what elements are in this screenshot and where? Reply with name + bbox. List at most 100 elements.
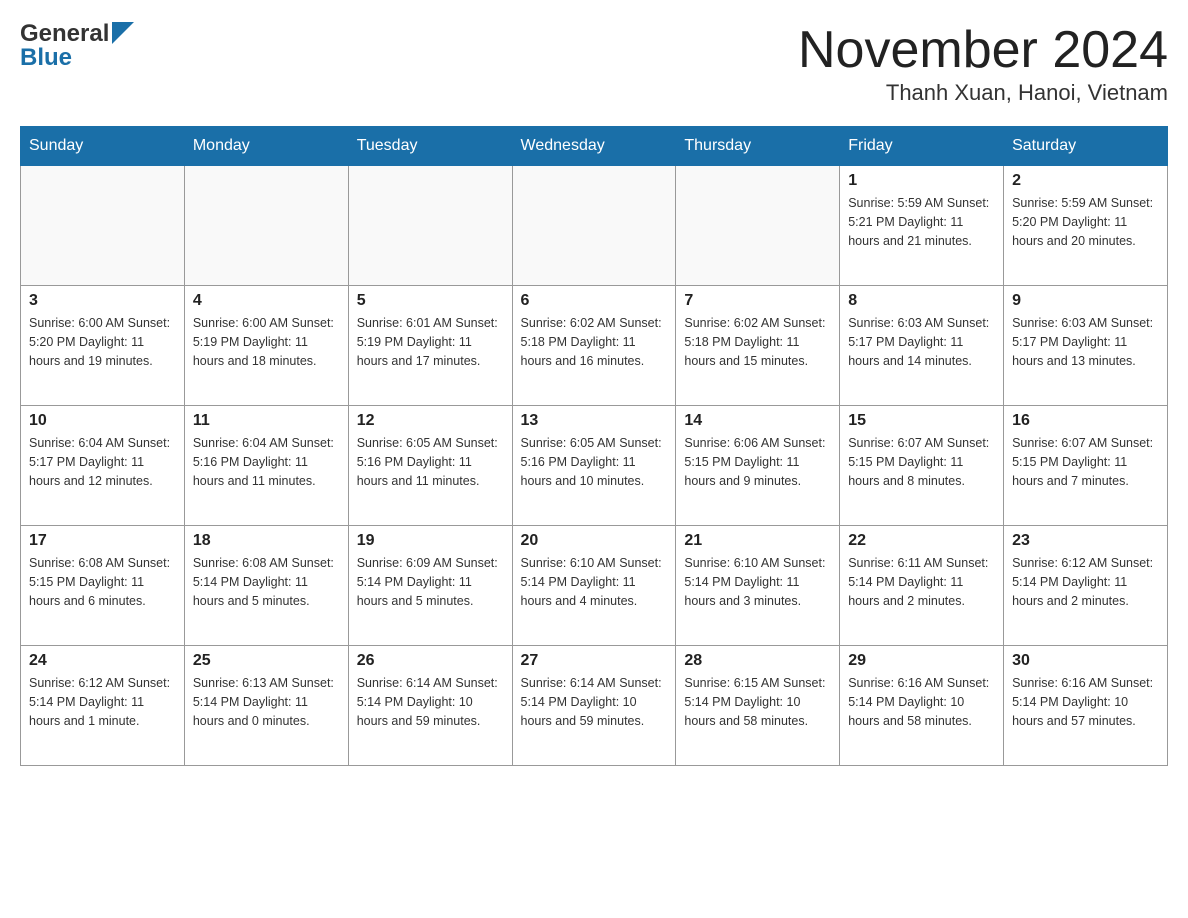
- calendar-cell: 14 Sunrise: 6:06 AM Sunset: 5:15 PM Dayli…: [676, 406, 840, 526]
- day-number: 7: [684, 292, 831, 310]
- day-info: Sunrise: 6:14 AM Sunset: 5:14 PM Dayligh…: [521, 674, 668, 730]
- location-title: Thanh Xuan, Hanoi, Vietnam: [798, 80, 1168, 106]
- day-info: Sunrise: 6:15 AM Sunset: 5:14 PM Dayligh…: [684, 674, 831, 730]
- calendar-cell: 9 Sunrise: 6:03 AM Sunset: 5:17 PM Daylig…: [1004, 286, 1168, 406]
- calendar-cell: 1 Sunrise: 5:59 AM Sunset: 5:21 PM Daylig…: [840, 166, 1004, 286]
- col-thursday: Thursday: [676, 127, 840, 166]
- day-number: 14: [684, 412, 831, 430]
- day-number: 16: [1012, 412, 1159, 430]
- day-number: 22: [848, 532, 995, 550]
- title-section: November 2024 Thanh Xuan, Hanoi, Vietnam: [798, 20, 1168, 106]
- day-number: 21: [684, 532, 831, 550]
- day-number: 1: [848, 172, 995, 190]
- day-info: Sunrise: 6:00 AM Sunset: 5:20 PM Dayligh…: [29, 314, 176, 370]
- day-number: 23: [1012, 532, 1159, 550]
- day-info: Sunrise: 6:14 AM Sunset: 5:14 PM Dayligh…: [357, 674, 504, 730]
- day-info: Sunrise: 6:10 AM Sunset: 5:14 PM Dayligh…: [521, 554, 668, 610]
- day-number: 24: [29, 652, 176, 670]
- day-number: 11: [193, 412, 340, 430]
- calendar-cell: 26 Sunrise: 6:14 AM Sunset: 5:14 PM Dayli…: [348, 646, 512, 766]
- day-number: 5: [357, 292, 504, 310]
- calendar-cell: 13 Sunrise: 6:05 AM Sunset: 5:16 PM Dayli…: [512, 406, 676, 526]
- calendar-cell: [348, 166, 512, 286]
- calendar-cell: [676, 166, 840, 286]
- logo: General Blue: [20, 20, 134, 72]
- day-number: 12: [357, 412, 504, 430]
- calendar-cell: 21 Sunrise: 6:10 AM Sunset: 5:14 PM Dayli…: [676, 526, 840, 646]
- calendar-cell: 8 Sunrise: 6:03 AM Sunset: 5:17 PM Daylig…: [840, 286, 1004, 406]
- calendar-cell: 10Sunrise: 6:04 AM Sunset: 5:17 PM Dayli…: [21, 406, 185, 526]
- calendar-header-row: Sunday Monday Tuesday Wednesday Thursday…: [21, 127, 1168, 166]
- col-sunday: Sunday: [21, 127, 185, 166]
- day-info: Sunrise: 6:04 AM Sunset: 5:16 PM Dayligh…: [193, 434, 340, 490]
- calendar-cell: 19 Sunrise: 6:09 AM Sunset: 5:14 PM Dayli…: [348, 526, 512, 646]
- day-info: Sunrise: 6:03 AM Sunset: 5:17 PM Dayligh…: [1012, 314, 1159, 370]
- day-info: Sunrise: 6:08 AM Sunset: 5:14 PM Dayligh…: [193, 554, 340, 610]
- calendar-cell: 20 Sunrise: 6:10 AM Sunset: 5:14 PM Dayli…: [512, 526, 676, 646]
- week-row-4: 17Sunrise: 6:08 AM Sunset: 5:15 PM Dayli…: [21, 526, 1168, 646]
- day-info: Sunrise: 6:13 AM Sunset: 5:14 PM Dayligh…: [193, 674, 340, 730]
- calendar-cell: 3Sunrise: 6:00 AM Sunset: 5:20 PM Daylig…: [21, 286, 185, 406]
- day-number: 4: [193, 292, 340, 310]
- day-number: 27: [521, 652, 668, 670]
- day-info: Sunrise: 5:59 AM Sunset: 5:21 PM Dayligh…: [848, 194, 995, 250]
- calendar-cell: [512, 166, 676, 286]
- day-number: 28: [684, 652, 831, 670]
- day-number: 15: [848, 412, 995, 430]
- calendar-cell: 22Sunrise: 6:11 AM Sunset: 5:14 PM Dayli…: [840, 526, 1004, 646]
- week-row-3: 10Sunrise: 6:04 AM Sunset: 5:17 PM Dayli…: [21, 406, 1168, 526]
- day-info: Sunrise: 5:59 AM Sunset: 5:20 PM Dayligh…: [1012, 194, 1159, 250]
- calendar-cell: [184, 166, 348, 286]
- day-info: Sunrise: 6:01 AM Sunset: 5:19 PM Dayligh…: [357, 314, 504, 370]
- calendar-cell: 12 Sunrise: 6:05 AM Sunset: 5:16 PM Dayli…: [348, 406, 512, 526]
- calendar-cell: 27 Sunrise: 6:14 AM Sunset: 5:14 PM Dayli…: [512, 646, 676, 766]
- day-info: Sunrise: 6:07 AM Sunset: 5:15 PM Dayligh…: [848, 434, 995, 490]
- calendar-cell: [21, 166, 185, 286]
- week-row-5: 24 Sunrise: 6:12 AM Sunset: 5:14 PM Dayli…: [21, 646, 1168, 766]
- day-number: 30: [1012, 652, 1159, 670]
- day-info: Sunrise: 6:16 AM Sunset: 5:14 PM Dayligh…: [848, 674, 995, 730]
- col-friday: Friday: [840, 127, 1004, 166]
- calendar-cell: 4 Sunrise: 6:00 AM Sunset: 5:19 PM Daylig…: [184, 286, 348, 406]
- day-info: Sunrise: 6:12 AM Sunset: 5:14 PM Dayligh…: [1012, 554, 1159, 610]
- week-row-2: 3Sunrise: 6:00 AM Sunset: 5:20 PM Daylig…: [21, 286, 1168, 406]
- day-info: Sunrise: 6:07 AM Sunset: 5:15 PM Dayligh…: [1012, 434, 1159, 490]
- calendar-cell: 28 Sunrise: 6:15 AM Sunset: 5:14 PM Dayli…: [676, 646, 840, 766]
- day-number: 18: [193, 532, 340, 550]
- day-info: Sunrise: 6:09 AM Sunset: 5:14 PM Dayligh…: [357, 554, 504, 610]
- day-info: Sunrise: 6:10 AM Sunset: 5:14 PM Dayligh…: [684, 554, 831, 610]
- day-info: Sunrise: 6:08 AM Sunset: 5:15 PM Dayligh…: [29, 554, 176, 610]
- col-tuesday: Tuesday: [348, 127, 512, 166]
- week-row-1: 1 Sunrise: 5:59 AM Sunset: 5:21 PM Daylig…: [21, 166, 1168, 286]
- logo-blue-text: Blue: [20, 44, 72, 72]
- day-number: 8: [848, 292, 995, 310]
- day-info: Sunrise: 6:12 AM Sunset: 5:14 PM Dayligh…: [29, 674, 176, 730]
- calendar-cell: 2Sunrise: 5:59 AM Sunset: 5:20 PM Daylig…: [1004, 166, 1168, 286]
- calendar-cell: 25 Sunrise: 6:13 AM Sunset: 5:14 PM Dayli…: [184, 646, 348, 766]
- day-number: 26: [357, 652, 504, 670]
- col-saturday: Saturday: [1004, 127, 1168, 166]
- day-number: 19: [357, 532, 504, 550]
- day-info: Sunrise: 6:05 AM Sunset: 5:16 PM Dayligh…: [357, 434, 504, 490]
- day-info: Sunrise: 6:06 AM Sunset: 5:15 PM Dayligh…: [684, 434, 831, 490]
- calendar-cell: 18 Sunrise: 6:08 AM Sunset: 5:14 PM Dayli…: [184, 526, 348, 646]
- day-number: 10: [29, 412, 176, 430]
- calendar-cell: 11 Sunrise: 6:04 AM Sunset: 5:16 PM Dayli…: [184, 406, 348, 526]
- day-number: 9: [1012, 292, 1159, 310]
- logo-arrow-icon: [112, 22, 134, 44]
- calendar-cell: 30Sunrise: 6:16 AM Sunset: 5:14 PM Dayli…: [1004, 646, 1168, 766]
- calendar-cell: 15 Sunrise: 6:07 AM Sunset: 5:15 PM Dayli…: [840, 406, 1004, 526]
- day-number: 25: [193, 652, 340, 670]
- calendar-cell: 7Sunrise: 6:02 AM Sunset: 5:18 PM Daylig…: [676, 286, 840, 406]
- day-number: 13: [521, 412, 668, 430]
- calendar-cell: 5 Sunrise: 6:01 AM Sunset: 5:19 PM Daylig…: [348, 286, 512, 406]
- day-info: Sunrise: 6:00 AM Sunset: 5:19 PM Dayligh…: [193, 314, 340, 370]
- calendar-cell: 6Sunrise: 6:02 AM Sunset: 5:18 PM Daylig…: [512, 286, 676, 406]
- col-wednesday: Wednesday: [512, 127, 676, 166]
- day-info: Sunrise: 6:03 AM Sunset: 5:17 PM Dayligh…: [848, 314, 995, 370]
- day-number: 20: [521, 532, 668, 550]
- day-info: Sunrise: 6:05 AM Sunset: 5:16 PM Dayligh…: [521, 434, 668, 490]
- day-number: 29: [848, 652, 995, 670]
- month-title: November 2024: [798, 20, 1168, 80]
- day-info: Sunrise: 6:02 AM Sunset: 5:18 PM Dayligh…: [521, 314, 668, 370]
